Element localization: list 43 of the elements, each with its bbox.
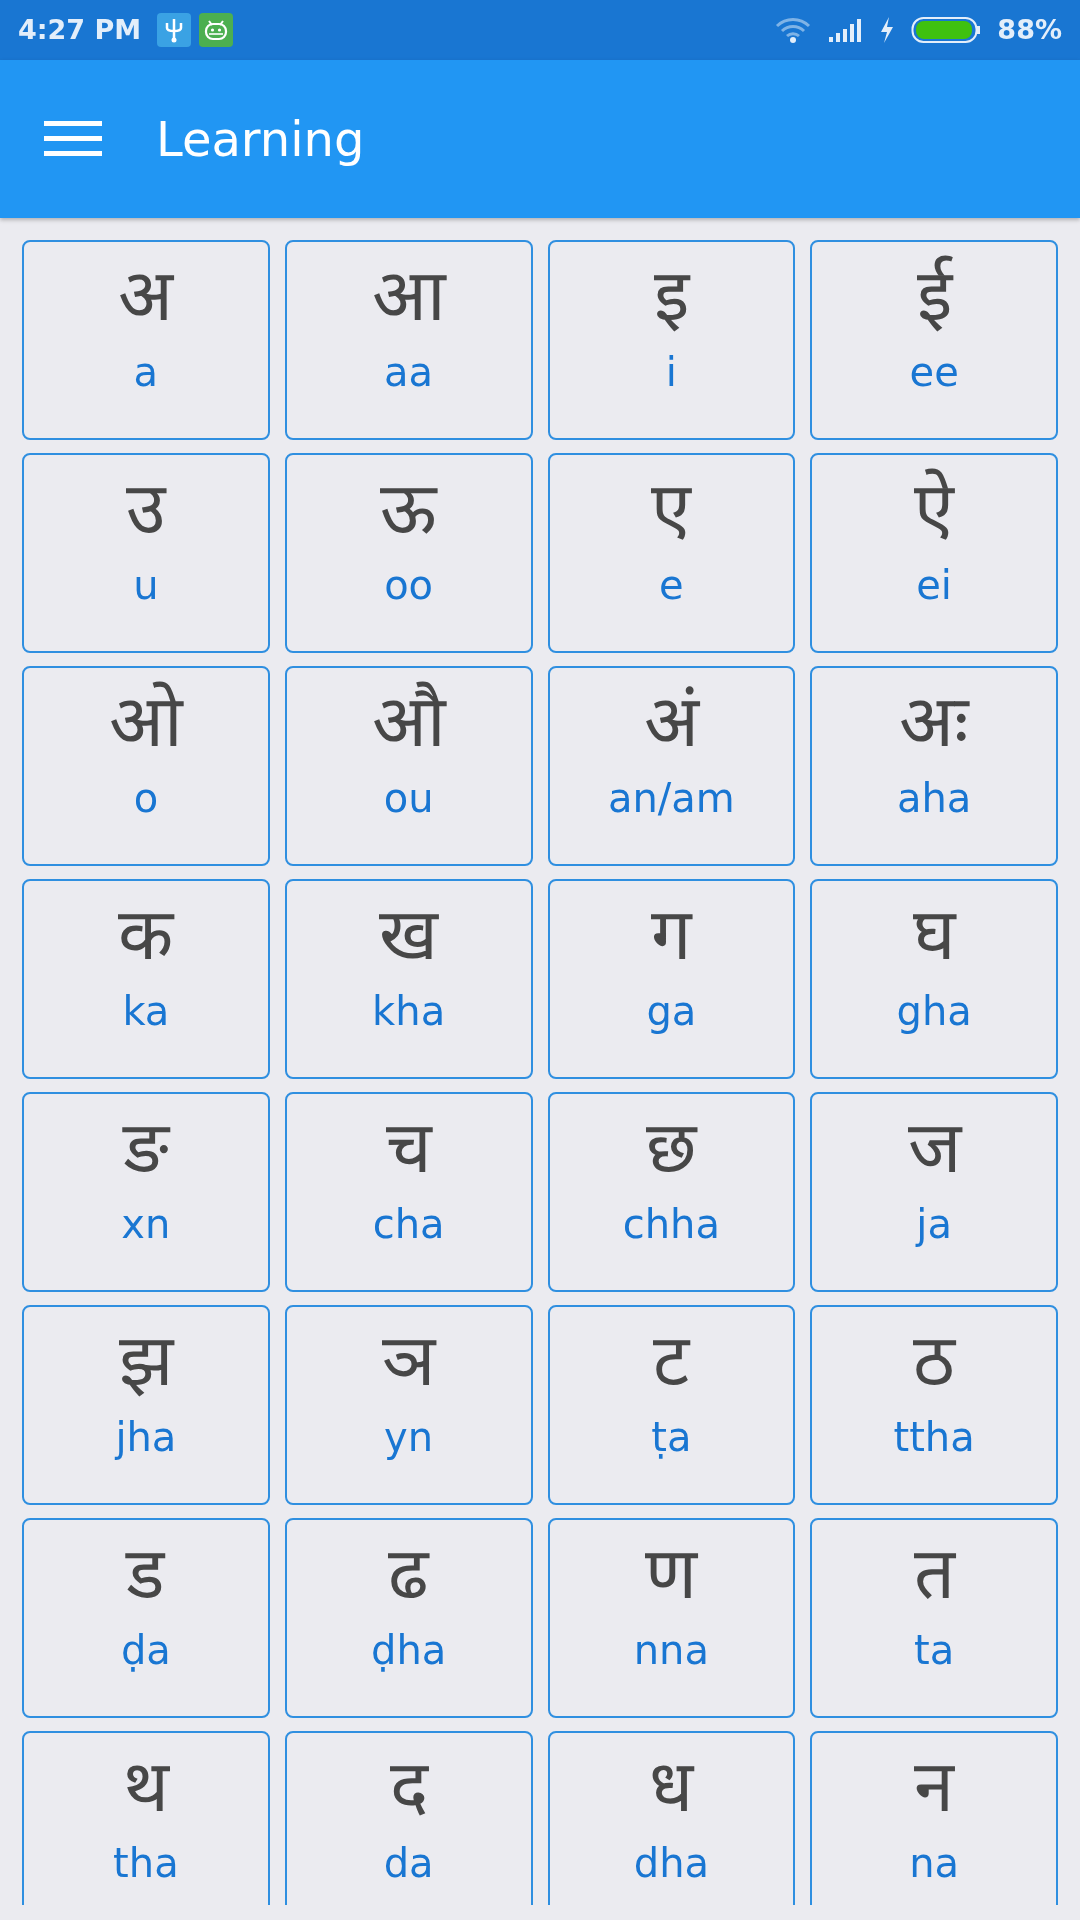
letter-card[interactable]: अः aha xyxy=(810,666,1058,866)
letter-card[interactable]: छ chha xyxy=(547,1092,796,1292)
robot-icon xyxy=(199,13,234,47)
letter-card[interactable]: ण nna xyxy=(547,1518,796,1718)
letter-card[interactable]: थ tha xyxy=(22,1731,270,1905)
letter-card[interactable]: ऐ ei xyxy=(810,453,1058,653)
battery-icon xyxy=(911,16,982,44)
letter-card[interactable]: आ aa xyxy=(284,240,533,440)
letter-card[interactable]: ख kha xyxy=(284,879,533,1079)
app-title: Learning xyxy=(156,110,365,169)
letter-card[interactable]: ए e xyxy=(547,453,796,653)
letter-card[interactable]: औ ou xyxy=(284,666,533,866)
letter-card[interactable]: क ka xyxy=(22,879,270,1079)
signal-icon xyxy=(827,17,864,43)
letter-card[interactable]: ड ḍa xyxy=(22,1518,270,1718)
letter-card[interactable]: अं an/am xyxy=(547,666,796,866)
letter-card[interactable]: द da xyxy=(284,1731,533,1905)
menu-icon xyxy=(44,119,102,159)
letter-card[interactable]: उ u xyxy=(22,453,270,653)
letter-card[interactable]: त ta xyxy=(810,1518,1058,1718)
letter-card[interactable]: ज ja xyxy=(810,1092,1058,1292)
menu-button[interactable] xyxy=(44,119,102,159)
letter-card[interactable]: ध dha xyxy=(547,1731,796,1905)
letter-card[interactable]: ठ ttha xyxy=(810,1305,1058,1505)
letter-card[interactable]: ऊ oo xyxy=(284,453,533,653)
letter-card[interactable]: इ i xyxy=(547,240,796,440)
letter-card[interactable]: झ jha xyxy=(22,1305,270,1505)
letter-card[interactable]: च cha xyxy=(284,1092,533,1292)
usb-icon xyxy=(157,13,192,47)
letter-card[interactable]: ग ga xyxy=(547,879,796,1079)
letter-card[interactable]: ङ xn xyxy=(22,1092,270,1292)
letter-card[interactable]: न na xyxy=(810,1731,1058,1905)
battery-percentage: 88% xyxy=(997,12,1062,47)
letter-card[interactable]: ट ṭa xyxy=(547,1305,796,1505)
letter-card[interactable]: ओ o xyxy=(22,666,270,866)
letter-card[interactable]: ई ee xyxy=(810,240,1058,440)
letter-card[interactable]: घ gha xyxy=(810,879,1058,1079)
letter-card[interactable]: ढ ḍha xyxy=(284,1518,533,1718)
wifi-icon xyxy=(775,17,812,43)
letter-card[interactable]: अ a xyxy=(22,240,270,440)
letter-card[interactable]: ञ yn xyxy=(284,1305,533,1505)
status-time: 4:27 PM xyxy=(18,12,142,47)
charging-icon xyxy=(879,16,896,44)
